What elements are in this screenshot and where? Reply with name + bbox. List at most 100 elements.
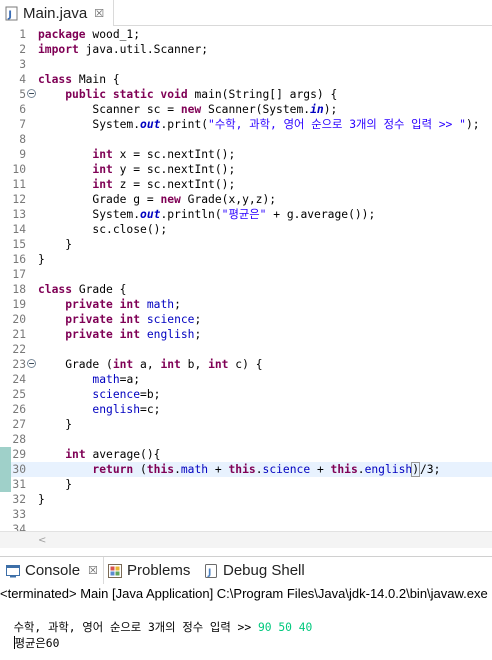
code-text: math=a;: [38, 372, 140, 387]
code-token: );: [465, 118, 480, 131]
keyword: this: [228, 463, 256, 476]
code-line[interactable]: 7 System.out.print("수학, 과학, 영어 순으로 3개의 정…: [0, 117, 492, 132]
code-token: wood_1;: [92, 28, 141, 41]
keyword: private int: [65, 328, 141, 341]
code-line[interactable]: 5 public static void main(String[] args)…: [0, 87, 492, 102]
code-line[interactable]: 30 return (this.math + this.science + th…: [0, 462, 492, 477]
string-literal: "평균은": [221, 208, 267, 221]
close-icon[interactable]: ☒: [88, 564, 98, 577]
line-number: 19: [12, 298, 26, 311]
keyword: private int: [65, 313, 141, 326]
code-line[interactable]: 9 int x = sc.nextInt();: [0, 147, 492, 162]
tab-debug-shell[interactable]: J Debug Shell: [204, 557, 305, 584]
code-line[interactable]: 17: [0, 267, 492, 282]
code-text: class Main {: [38, 72, 120, 87]
code-token: Grade g =: [38, 193, 161, 206]
code-token: x = sc.nextInt();: [119, 148, 236, 161]
keyword: int: [92, 148, 113, 161]
code-token: .: [174, 463, 181, 476]
code-token: /3;: [420, 463, 441, 476]
code-line[interactable]: 28: [0, 432, 492, 447]
collapse-icon[interactable]: [27, 89, 36, 98]
code-line[interactable]: 1 package wood_1;: [0, 27, 492, 42]
tab-problems[interactable]: Problems: [108, 557, 190, 584]
code-text: }: [38, 417, 72, 432]
horizontal-scrollbar[interactable]: <: [0, 531, 492, 548]
code-line[interactable]: 33: [0, 507, 492, 522]
code-line[interactable]: 31 }: [0, 477, 492, 492]
keyword: new: [160, 193, 181, 206]
code-line[interactable]: 27 }: [0, 417, 492, 432]
collapse-icon[interactable]: [27, 359, 36, 368]
code-line[interactable]: 21 private int english;: [0, 327, 492, 342]
code-token: z = sc.nextInt();: [119, 178, 236, 191]
svg-text:J: J: [7, 9, 12, 20]
code-text: return (this.math + this.science + this.…: [38, 462, 440, 477]
field-reference: science: [92, 388, 141, 401]
code-line[interactable]: 24 math=a;: [0, 372, 492, 387]
code-line[interactable]: 2 import java.util.Scanner;: [0, 42, 492, 57]
code-token: );: [323, 103, 338, 116]
tab-console[interactable]: Console ☒: [0, 557, 104, 584]
keyword: return: [92, 463, 134, 476]
code-text: Grade g = new Grade(x,y,z);: [38, 192, 276, 207]
code-token: ;: [194, 328, 202, 341]
line-number: 5: [19, 88, 26, 101]
keyword: int: [112, 358, 134, 371]
code-line[interactable]: 10 int y = sc.nextInt();: [0, 162, 492, 177]
code-line[interactable]: 19 private int math;: [0, 297, 492, 312]
code-line[interactable]: 18 class Grade {: [0, 282, 492, 297]
line-number: 4: [19, 73, 26, 86]
code-token: c) {: [235, 358, 263, 371]
close-icon[interactable]: ☒: [94, 7, 104, 20]
code-token: Scanner sc =: [38, 103, 181, 116]
line-number: 31: [12, 478, 26, 491]
keyword: int: [65, 448, 86, 461]
code-line[interactable]: 23 Grade (int a, int b, int c) {: [0, 357, 492, 372]
scroll-left-arrow-icon[interactable]: <: [38, 535, 46, 546]
line-number: 33: [12, 508, 26, 521]
code-line[interactable]: 26 english=c;: [0, 402, 492, 417]
line-number: 22: [12, 343, 26, 356]
console-result-text: 평균은60: [14, 637, 60, 650]
code-line[interactable]: 29 int average(){: [0, 447, 492, 462]
code-line[interactable]: 14 sc.close();: [0, 222, 492, 237]
tab-problems-label: Problems: [127, 562, 191, 579]
code-text: int y = sc.nextInt();: [38, 162, 235, 177]
code-line[interactable]: 12 Grade g = new Grade(x,y,z);: [0, 192, 492, 207]
code-line[interactable]: 8: [0, 132, 492, 147]
code-line[interactable]: 3: [0, 57, 492, 72]
code-line[interactable]: 11 int z = sc.nextInt();: [0, 177, 492, 192]
code-line[interactable]: 6 Scanner sc = new Scanner(System.in);: [0, 102, 492, 117]
code-line[interactable]: 22: [0, 342, 492, 357]
line-number: 12: [12, 193, 26, 206]
code-line[interactable]: 4 class Main {: [0, 72, 492, 87]
code-line[interactable]: 32}: [0, 492, 492, 507]
code-text: }: [38, 492, 45, 507]
keyword: int: [208, 358, 229, 371]
code-line[interactable]: 25 science=b;: [0, 387, 492, 402]
code-line[interactable]: 20 private int science;: [0, 312, 492, 327]
problems-icon: [108, 563, 122, 578]
code-line[interactable]: 13 System.out.println("평균은" + g.average(…: [0, 207, 492, 222]
code-token: =a;: [119, 373, 141, 386]
line-number: 8: [19, 133, 26, 146]
line-number: 7: [19, 118, 26, 131]
code-editor[interactable]: 1 package wood_1; 2 import java.util.Scanne…: [0, 26, 492, 531]
code-text: }: [38, 252, 45, 267]
code-token: }: [38, 493, 45, 506]
line-number: 14: [12, 223, 26, 236]
code-line[interactable]: 16}: [0, 252, 492, 267]
code-line[interactable]: 34: [0, 522, 492, 531]
line-number: 11: [12, 178, 26, 191]
line-number: 16: [12, 253, 26, 266]
editor-tab-main-java[interactable]: J Main.java ☒: [0, 0, 114, 26]
line-number: 21: [12, 328, 26, 341]
code-line[interactable]: 15 }: [0, 237, 492, 252]
keyword: import: [38, 43, 79, 56]
keyword: private int: [65, 298, 141, 311]
code-text: System.out.print("수학, 과학, 영어 순으로 3개의 정수 …: [38, 117, 480, 132]
